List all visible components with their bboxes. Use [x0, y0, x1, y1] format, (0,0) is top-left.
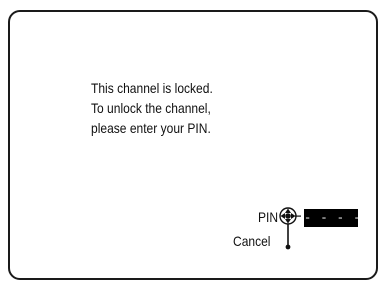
lock-message-line-3: please enter your PIN. — [91, 120, 211, 136]
pin-input[interactable]: - - - - — [304, 209, 360, 227]
lock-message: This channel is locked. To unlock the ch… — [91, 78, 213, 138]
lock-message-line-1: This channel is locked. — [91, 80, 213, 96]
channel-lock-dialog — [8, 10, 378, 280]
lock-message-line-2: To unlock the channel, — [91, 100, 211, 116]
pin-label: PIN — [258, 209, 279, 225]
remote-nav-pad-icon — [277, 205, 302, 251]
cancel-button[interactable]: Cancel — [233, 233, 270, 249]
